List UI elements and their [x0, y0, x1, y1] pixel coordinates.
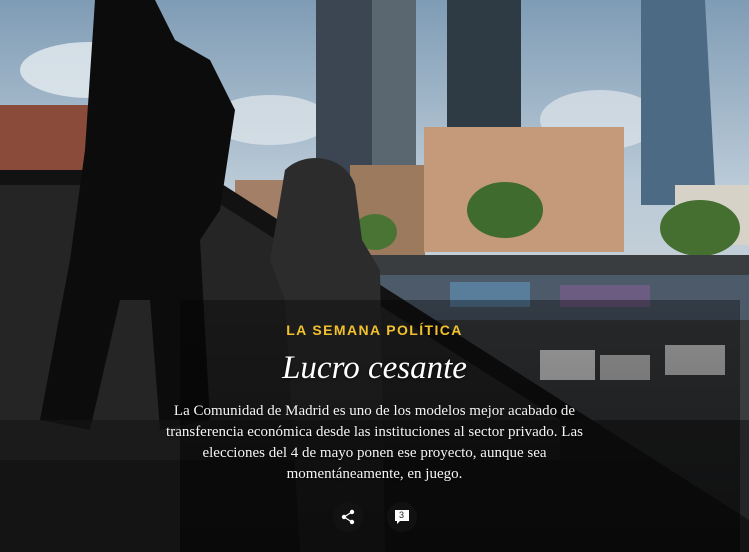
comment-count: 3 [398, 510, 404, 520]
share-button[interactable] [332, 502, 363, 532]
article-actions: 3 [0, 502, 749, 532]
comments-button[interactable]: 3 [386, 502, 417, 532]
article-headline[interactable]: Lucro cesante [282, 350, 467, 387]
article-teaser: LA SEMANA POLÍTICA Lucro cesante La Comu… [0, 300, 749, 485]
comment-icon: 3 [394, 509, 410, 525]
article-summary: La Comunidad de Madrid es uno de los mod… [166, 403, 583, 482]
section-kicker[interactable]: LA SEMANA POLÍTICA [286, 322, 463, 338]
share-icon [341, 509, 354, 525]
